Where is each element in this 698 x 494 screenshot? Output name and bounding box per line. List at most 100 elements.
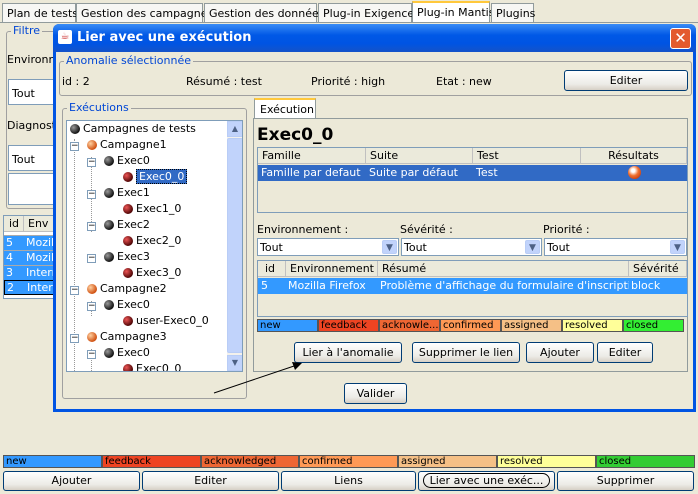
add-anomaly-button[interactable]: Ajouter [526, 342, 594, 363]
remove-link-button[interactable]: Supprimer le lien [412, 342, 520, 363]
tree-item-campagne3-exec0[interactable]: Exec0 [104, 345, 150, 361]
link-exec-label: Lier avec une exéc... [422, 473, 551, 488]
executions-group-title: Exécutions [67, 101, 131, 114]
anomaly-id: id : 2 [62, 75, 90, 88]
link-exec-button[interactable]: Lier avec une exéc... [418, 471, 555, 491]
results-col-test[interactable]: Test [473, 148, 581, 164]
status-closed: closed [623, 319, 684, 332]
env-select[interactable]: Tout ▼ [257, 238, 399, 256]
validate-button[interactable]: Valider [344, 383, 407, 404]
table-row[interactable]: Famille par defaut Suite par défaut Test [258, 165, 687, 181]
edit-button[interactable]: Editer [142, 471, 279, 491]
link-anomaly-button[interactable]: Lier à l'anomalie [294, 342, 402, 363]
tree-scrollbar[interactable]: ▲ ▼ [227, 121, 242, 371]
delete-button[interactable]: Supprimer [557, 471, 694, 491]
tree-item-user-exec0-0[interactable]: user-Exec0_0 [123, 313, 209, 329]
scroll-up-icon[interactable]: ▲ [227, 121, 242, 137]
tree-item-campagne2[interactable]: Campagne2 [87, 281, 167, 297]
table-row[interactable]: 5 Mozilla Firefox Problème d'affichage d… [258, 278, 687, 294]
results-col-famille[interactable]: Famille [258, 148, 366, 164]
collapse-icon[interactable]: − [87, 350, 96, 359]
execution-group-icon [104, 220, 114, 230]
anomaly-edit-button[interactable]: Editer [564, 70, 688, 91]
diag-filter-select[interactable]: Tout [8, 145, 58, 171]
tree-item-campagnes[interactable]: Campagnes de tests [70, 121, 196, 137]
collapse-icon[interactable]: − [70, 142, 79, 151]
priority-select[interactable]: Tout ▼ [544, 238, 687, 256]
anomalies-table: id Environnement Résumé Sévérité 5 Mozil… [257, 260, 688, 317]
tree-item-campagne3[interactable]: Campagne3 [87, 329, 167, 345]
status-assigned: assigned [501, 319, 562, 332]
tab-plugin-exigences[interactable]: Plug-in Exigences [318, 3, 420, 22]
table-row[interactable]: 5 Mozill [4, 235, 60, 250]
execution-icon [123, 236, 133, 246]
anomalies-col-env[interactable]: Environnement [286, 261, 378, 277]
tab-plan-de-tests[interactable]: Plan de tests [2, 3, 78, 22]
chevron-down-icon[interactable]: ▼ [382, 240, 397, 254]
tree-item-exec1[interactable]: Exec1 [104, 185, 150, 201]
dialog-body: Anomalie sélectionnée id : 2 Résumé : te… [56, 52, 693, 409]
tree-item-exec3-0[interactable]: Exec3_0 [123, 265, 181, 281]
tab-plugins[interactable]: Plugins [491, 3, 535, 22]
tree-item-exec0-0[interactable]: Exec0_0 [123, 169, 188, 185]
chevron-down-icon[interactable]: ▼ [525, 240, 540, 254]
link-exec-dialog: ☕ Lier avec une exécution ✕ Anomalie sél… [53, 24, 696, 412]
tab-gestion-campagnes[interactable]: Gestion des campagnes [76, 3, 213, 22]
collapse-icon[interactable]: − [70, 286, 79, 295]
tab-gestion-donnees[interactable]: Gestion des données [204, 3, 325, 22]
anomalies-col-id[interactable]: id [258, 261, 286, 277]
tree-item-campagne3-exec0-0[interactable]: Exec0_0 [123, 361, 181, 371]
campaign-icon [87, 284, 97, 294]
scroll-down-icon[interactable]: ▼ [227, 355, 242, 371]
collapse-icon[interactable]: − [87, 158, 96, 167]
tree-item-exec1-0[interactable]: Exec1_0 [123, 201, 181, 217]
env-filter-select[interactable]: Tout [8, 79, 58, 105]
table-row[interactable]: 4 Mozill [4, 250, 60, 265]
main-tabs: Plan de tests Gestion des campagnes Gest… [0, 0, 698, 22]
tree-item-exec3[interactable]: Exec3 [104, 249, 150, 265]
anomalies-col-resume[interactable]: Résumé [378, 261, 629, 277]
add-button[interactable]: Ajouter [3, 471, 140, 491]
env-label: Environnement : [257, 223, 349, 236]
edit-anomaly-button[interactable]: Editer [597, 342, 653, 363]
collapse-icon[interactable]: − [70, 334, 79, 343]
status-acknowledged: acknowle... [379, 319, 440, 332]
execution-icon [123, 172, 133, 182]
results-table: Famille Suite Test Résultats Famille par… [257, 147, 688, 213]
collapse-icon[interactable]: − [87, 302, 96, 311]
tab-plugin-mantis[interactable]: Plug-in Mantis [412, 1, 494, 22]
scroll-thumb[interactable] [227, 138, 242, 353]
close-icon[interactable]: ✕ [670, 28, 691, 49]
java-cup-icon: ☕ [58, 30, 72, 44]
status-resolved: resolved [562, 319, 623, 332]
anomaly-state: Etat : new [436, 75, 492, 88]
status-new: new [3, 455, 102, 468]
table-row[interactable]: 3 Intern [4, 265, 60, 280]
chevron-down-icon[interactable]: ▼ [670, 240, 685, 254]
anomaly-resume: Résumé : test [186, 75, 262, 88]
status-new: new [257, 319, 318, 332]
anomalies-col-severity[interactable]: Sévérité [629, 261, 687, 277]
tree-item-exec0[interactable]: Exec0 [104, 153, 150, 169]
severity-select[interactable]: Tout ▼ [401, 238, 542, 256]
collapse-icon[interactable]: − [87, 222, 96, 231]
links-button[interactable]: Liens [281, 471, 416, 491]
bg-col-id[interactable]: id [4, 216, 24, 232]
exec-tab[interactable]: Exécution [254, 98, 316, 119]
collapse-icon[interactable]: − [87, 254, 96, 263]
tree-item-campagne1[interactable]: Campagne1 [87, 137, 167, 153]
tree-item-exec2-0[interactable]: Exec2_0 [123, 233, 181, 249]
campaign-icon [87, 332, 97, 342]
priority-label: Priorité : [543, 223, 590, 236]
table-row[interactable]: 2 Intern [4, 280, 60, 295]
status-resolved: resolved [497, 455, 596, 468]
tree-item-campagne2-exec0[interactable]: Exec0 [104, 297, 150, 313]
execution-group-icon [104, 348, 114, 358]
status-acknowledged: acknowledged [201, 455, 299, 468]
collapse-icon[interactable]: − [87, 190, 96, 199]
results-col-suite[interactable]: Suite [366, 148, 473, 164]
tree-item-exec2[interactable]: Exec2 [104, 217, 150, 233]
execution-icon [123, 204, 133, 214]
results-col-resultats[interactable]: Résultats [581, 148, 687, 164]
campaigns-root-icon [70, 124, 80, 134]
